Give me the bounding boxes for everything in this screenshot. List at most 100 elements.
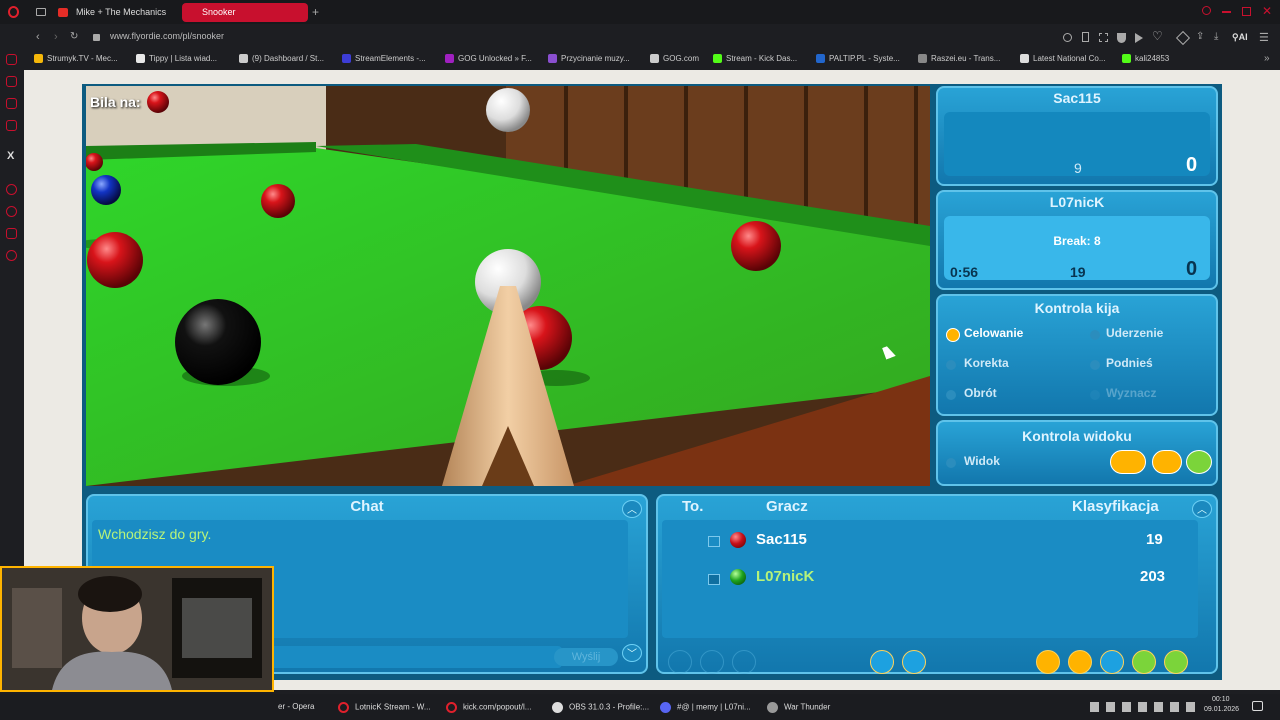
bookmark-strumyk[interactable]: Strumyk.TV - Mec... <box>34 54 118 64</box>
forward-icon[interactable]: › <box>54 31 58 43</box>
chat-scroll-down-icon[interactable]: ﹀ <box>622 644 642 662</box>
back-icon[interactable]: ‹ <box>36 31 40 43</box>
leaderboard-icon[interactable] <box>1036 650 1060 674</box>
zoom-icon[interactable] <box>1063 33 1072 42</box>
search-tabs-icon[interactable] <box>1202 6 1211 15</box>
chat-collapse-icon[interactable]: ︿ <box>622 500 642 518</box>
info-icon[interactable] <box>732 650 756 674</box>
view-rotate-button[interactable] <box>1152 450 1182 474</box>
menu-icon[interactable]: ☰ <box>1259 31 1269 44</box>
sidebar-history-icon[interactable] <box>6 206 17 217</box>
sidebar-x-icon[interactable]: X <box>7 150 14 162</box>
share-icon[interactable]: ⇪ <box>1196 31 1204 42</box>
view-top-button[interactable] <box>1186 450 1212 474</box>
bookmark-tipply[interactable]: Tippy | Lista wiad... <box>136 54 217 64</box>
exit-icon[interactable] <box>1164 650 1188 674</box>
vpn-icon[interactable] <box>1117 33 1126 43</box>
clock-time[interactable]: 00:10 <box>1212 696 1230 703</box>
sidebar-player-icon[interactable] <box>6 184 17 195</box>
notifications-icon[interactable] <box>1252 701 1263 711</box>
bookmark-streamelements[interactable]: StreamElements -... <box>342 54 426 64</box>
clock-date[interactable]: 09.01.2026 <box>1204 706 1239 713</box>
url-field[interactable]: www.flyordie.com/pl/snooker <box>110 31 224 41</box>
bookmark-favicon-icon <box>136 54 145 64</box>
players-collapse-icon[interactable]: ︿ <box>1192 500 1212 518</box>
bookmark-kali[interactable]: kali24853 <box>1122 54 1169 64</box>
sidebar-bag-icon[interactable] <box>6 76 17 87</box>
adjust-radio[interactable] <box>946 360 956 370</box>
taskbar-opera[interactable]: er - Opera <box>278 702 314 711</box>
close-window-button[interactable]: ✕ <box>1262 4 1272 18</box>
trophy-icon[interactable] <box>1068 650 1092 674</box>
bookmark-gog-unlocked[interactable]: GOG Unlocked » F... <box>445 54 532 64</box>
aim-radio[interactable] <box>946 328 960 342</box>
table-row[interactable]: Sac115 19 <box>662 526 1198 556</box>
tab-mike-mechanics[interactable]: Mike + The Mechanics <box>52 3 176 22</box>
adjust-option[interactable]: Korekta <box>964 356 1009 370</box>
player1-center-score: 9 <box>1074 160 1082 176</box>
workspaces-icon[interactable] <box>36 8 46 16</box>
tray-icons[interactable] <box>1090 702 1200 712</box>
maximize-button[interactable] <box>1242 7 1251 16</box>
opera-logo-icon[interactable] <box>8 6 19 18</box>
snooker-table-view[interactable]: Bila na: <box>86 86 930 486</box>
bookmark-kick[interactable]: Stream - Kick Das... <box>713 54 797 64</box>
raise-radio[interactable] <box>1090 360 1100 370</box>
bookmark-national[interactable]: Latest National Co... <box>1020 54 1105 64</box>
sound-icon[interactable] <box>902 650 926 674</box>
raise-option[interactable]: Podnieś <box>1106 356 1153 370</box>
bookmarks-bar: Strumyk.TV - Mec... Tippy | Lista wiad..… <box>0 51 1280 69</box>
settings-icon[interactable] <box>870 650 894 674</box>
sidebar-music-icon[interactable] <box>6 120 17 131</box>
spin-radio[interactable] <box>946 390 956 400</box>
heart-icon[interactable]: ♡ <box>1152 29 1163 43</box>
view-option[interactable]: Widok <box>964 454 1000 468</box>
taskbar-kick-popout[interactable]: kick.com/popout/l... <box>446 702 531 713</box>
bookmarks-more-icon[interactable]: » <box>1264 53 1270 64</box>
bookmark-raszei[interactable]: Raszei.eu - Trans... <box>918 54 1000 64</box>
sidebar-messenger-icon[interactable] <box>6 98 17 109</box>
taskbar-lotnick-stream[interactable]: LotnicK Stream - W... <box>338 702 431 713</box>
download-icon[interactable]: ⤓ <box>1214 31 1218 42</box>
aim-option[interactable]: Celowanie <box>964 326 1023 340</box>
bookmark-przycinanie[interactable]: Przycinanie muzy... <box>548 54 630 64</box>
table-row[interactable]: L07nicK 203 <box>662 562 1198 592</box>
snapshot-icon[interactable] <box>1099 33 1108 42</box>
new-tab-button[interactable]: + <box>312 5 319 19</box>
bookmark-gog[interactable]: GOG.com <box>650 54 699 64</box>
taskbar-war-thunder[interactable]: War Thunder <box>767 702 830 713</box>
extensions-icon[interactable] <box>1175 30 1191 46</box>
bookmark-icon[interactable] <box>1082 32 1089 42</box>
view-control-title: Kontrola widoku <box>1022 428 1132 444</box>
profile-icon[interactable] <box>700 650 724 674</box>
lock-icon <box>93 34 100 41</box>
sidebar-box-icon[interactable] <box>6 228 17 239</box>
strike-radio[interactable] <box>1090 330 1100 340</box>
taskbar-obs[interactable]: OBS 31.0.3 - Profile:... <box>552 702 649 713</box>
play-icon[interactable] <box>1135 33 1143 43</box>
shot-timer: 0:56 <box>950 264 979 280</box>
sidebar-opera-icon[interactable] <box>6 54 17 65</box>
chat-send-button[interactable]: Wyślij <box>554 648 618 666</box>
spin-option[interactable]: Obrót <box>964 386 997 400</box>
player2-center-score: 19 <box>1070 264 1086 280</box>
view-radio[interactable] <box>946 458 956 468</box>
aria-ai-icon[interactable]: ⚲AI <box>1232 32 1248 43</box>
minimize-button[interactable] <box>1222 11 1231 13</box>
mark-option: Wyznacz <box>1106 386 1157 400</box>
table-icon <box>708 536 720 547</box>
taskbar-discord[interactable]: #@ | memy | L07ni... <box>660 702 751 713</box>
chat-bubble-icon[interactable] <box>1100 650 1124 674</box>
sidebar-settings-icon[interactable] <box>6 250 17 261</box>
watch-icon[interactable] <box>668 650 692 674</box>
reload-icon[interactable]: ↻ <box>70 31 78 42</box>
help-icon[interactable] <box>1132 650 1156 674</box>
strike-option[interactable]: Uderzenie <box>1106 326 1163 340</box>
bookmark-paltip[interactable]: PALTIP.PL - Syste... <box>816 54 900 64</box>
bookmark-dashboard[interactable]: (9) Dashboard / St... <box>239 54 324 64</box>
bookmark-favicon-icon <box>342 54 351 64</box>
mark-radio <box>1090 390 1100 400</box>
discord-icon <box>660 702 671 713</box>
tab-snooker[interactable]: Snooker <box>182 3 308 22</box>
view-zoom-button[interactable] <box>1110 450 1146 474</box>
